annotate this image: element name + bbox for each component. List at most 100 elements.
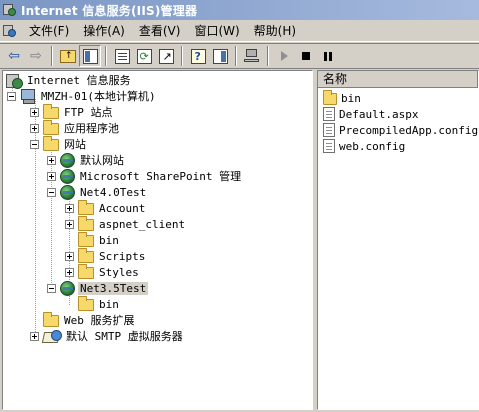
globe-icon [60, 152, 75, 168]
tree-node-smtp-server[interactable]: 默认 SMTP 虚拟服务器 [30, 328, 185, 344]
tree-node-web-service-extensions[interactable]: Web 服务扩展 [43, 312, 137, 328]
tree-node-label: Net3.5Test [78, 281, 149, 295]
list-item-label: PrecompiledApp.config [339, 123, 479, 137]
list-item[interactable]: Default.aspx [318, 106, 478, 122]
collapse-toggle[interactable] [30, 139, 39, 149]
expand-toggle[interactable] [47, 171, 56, 181]
tree-node-bin[interactable]: bin [65, 232, 121, 248]
pause-icon [324, 51, 332, 61]
menu-help[interactable]: 帮助(H) [247, 22, 303, 40]
tree-node-ftp-sites[interactable]: FTP 站点 [30, 104, 115, 120]
globe-icon [60, 184, 75, 200]
expand-toggle[interactable] [65, 219, 74, 229]
console-tree[interactable]: Internet 信息服务 MMZH-01(本地计算机) FTP 站点 应用程序… [2, 70, 313, 410]
iis-manager-icon [3, 3, 17, 17]
folder-icon [78, 296, 94, 311]
start-button[interactable] [273, 45, 295, 67]
iis-icon [6, 73, 23, 89]
tree-node-net40test[interactable]: Net4.0Test [47, 184, 148, 200]
tree-node-label: Internet 信息服务 [27, 74, 131, 87]
tree-node-label: bin [99, 297, 119, 311]
document-icon [323, 107, 335, 121]
globe-icon [60, 280, 75, 296]
show-hide-tree-button[interactable] [79, 45, 101, 67]
list-item-label: bin [341, 91, 361, 105]
tree-node-iis-root[interactable]: Internet 信息服务 [6, 72, 133, 89]
expand-toggle[interactable] [65, 267, 74, 277]
tree-node-label: 默认网站 [80, 154, 124, 167]
list-item-label: web.config [339, 139, 406, 153]
expand-toggle[interactable] [65, 203, 74, 213]
back-button[interactable]: ⇦ [3, 45, 25, 67]
details-pane[interactable]: 名称 bin Default.aspx PrecompiledApp.confi… [317, 70, 479, 410]
pause-button[interactable] [317, 45, 339, 67]
export-icon: ↗ [158, 48, 174, 64]
tree-node-sharepoint-admin[interactable]: Microsoft SharePoint 管理 [47, 168, 243, 184]
tree-node-default-site[interactable]: 默认网站 [47, 152, 126, 168]
expand-toggle[interactable] [30, 107, 39, 117]
stop-icon [302, 52, 310, 60]
forward-button[interactable]: ⇨ [25, 45, 47, 67]
properties-icon [114, 48, 130, 64]
console-tree-icon [82, 48, 98, 64]
tree-node-net35-bin[interactable]: bin [65, 296, 121, 312]
menu-bar: 文件(F) 操作(A) 查看(V) 窗口(W) 帮助(H) [0, 20, 479, 42]
tree-node-label: Account [99, 201, 146, 215]
menu-window[interactable]: 窗口(W) [187, 22, 246, 40]
list-item[interactable]: PrecompiledApp.config [318, 122, 478, 138]
computer-icon [20, 89, 36, 104]
menu-action[interactable]: 操作(A) [76, 22, 132, 40]
folder-icon [78, 200, 94, 215]
toolbar: ⇦ ⇨ ↑ ⟳ ↗ ? [0, 43, 479, 69]
toolbar-separator [51, 46, 53, 66]
tree-node-aspnet-client[interactable]: aspnet_client [65, 216, 187, 232]
folder-icon [43, 312, 59, 327]
connect-button[interactable] [241, 45, 263, 67]
expand-toggle[interactable] [47, 155, 56, 165]
window-title: Internet 信息服务(IIS)管理器 [21, 3, 198, 18]
toolbar-separator [267, 46, 269, 66]
menu-view[interactable]: 查看(V) [132, 22, 188, 40]
tree-node-label: Scripts [99, 249, 146, 263]
folder-icon [43, 120, 59, 135]
collapse-toggle[interactable] [7, 91, 16, 101]
forward-arrow-icon: ⇨ [30, 48, 42, 64]
list-item[interactable]: web.config [318, 138, 478, 154]
globe-icon [60, 168, 75, 184]
list-item-label: Default.aspx [339, 107, 419, 121]
tree-node-scripts[interactable]: Scripts [65, 248, 147, 264]
tree-node-styles[interactable]: Styles [65, 264, 141, 280]
list-item[interactable]: bin [318, 90, 478, 106]
tree-node-label: Net4.0Test [80, 185, 147, 199]
tree-node-label: Styles [99, 265, 139, 279]
menu-file[interactable]: 文件(F) [22, 22, 76, 40]
tree-node-app-pools[interactable]: 应用程序池 [30, 120, 121, 136]
folder-up-icon: ↑ [60, 49, 76, 63]
up-one-level-button[interactable]: ↑ [57, 45, 79, 67]
collapse-toggle[interactable] [47, 187, 56, 197]
collapse-toggle[interactable] [47, 283, 56, 293]
toolbar-separator [235, 46, 237, 66]
mmc-system-menu-icon[interactable] [2, 23, 18, 39]
expand-toggle[interactable] [30, 331, 39, 341]
show-hide-action-pane-button[interactable] [209, 45, 231, 67]
tree-node-account[interactable]: Account [65, 200, 147, 216]
column-header-name[interactable]: 名称 [318, 71, 478, 88]
play-icon [280, 51, 288, 61]
expand-toggle[interactable] [30, 123, 39, 133]
tree-node-label: bin [99, 233, 119, 247]
tree-node-websites[interactable]: 网站 [30, 136, 88, 152]
expand-toggle[interactable] [65, 251, 74, 261]
properties-button[interactable] [111, 45, 133, 67]
help-button[interactable]: ? [187, 45, 209, 67]
tree-node-label: Microsoft SharePoint 管理 [80, 170, 242, 183]
tree-node-label: FTP 站点 [64, 106, 113, 119]
refresh-button[interactable]: ⟳ [133, 45, 155, 67]
stop-button[interactable] [295, 45, 317, 67]
action-pane-icon [212, 48, 228, 64]
back-arrow-icon: ⇦ [8, 48, 20, 64]
tree-node-server[interactable]: MMZH-01(本地计算机) [7, 88, 158, 104]
document-icon [323, 139, 335, 153]
export-list-button[interactable]: ↗ [155, 45, 177, 67]
tree-node-net35test[interactable]: Net3.5Test [47, 280, 149, 296]
